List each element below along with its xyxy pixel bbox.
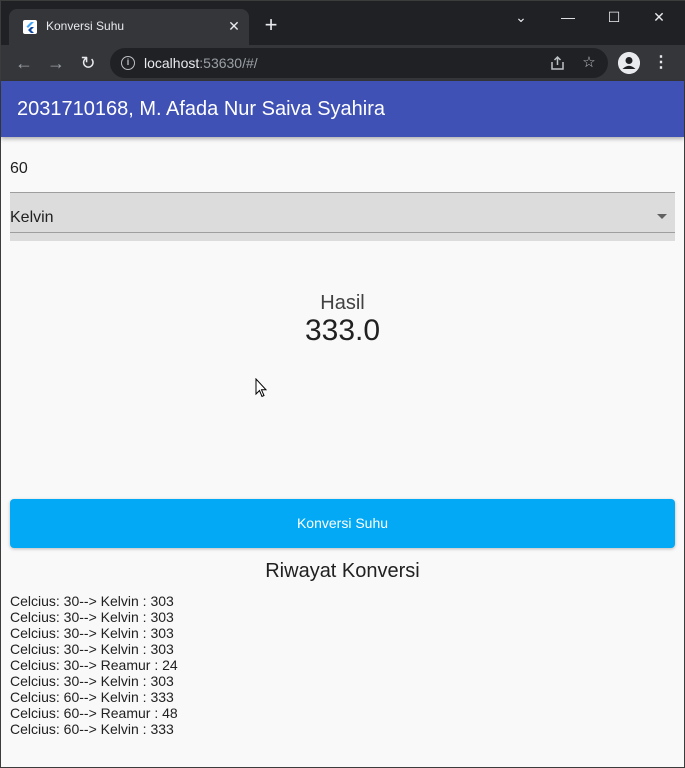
tab-search-icon[interactable]: ⌄	[509, 7, 533, 27]
url-host: localhost	[144, 55, 200, 71]
minimize-button[interactable]: —	[556, 7, 580, 27]
result-label: Hasil	[320, 292, 365, 314]
history-item: Celcius: 60--> Reamur : 48	[10, 705, 178, 721]
app-title: 2031710168, M. Afada Nur Saiva Syahira	[17, 98, 386, 120]
tab-konversi-suhu[interactable]: Konversi Suhu ✕	[9, 9, 249, 45]
new-tab-button[interactable]: +	[262, 14, 280, 36]
back-button[interactable]: ←	[14, 53, 34, 73]
dropdown-selected-value: Kelvin	[10, 209, 54, 226]
history-item: Celcius: 30--> Kelvin : 303	[10, 641, 174, 657]
forward-button[interactable]: →	[46, 53, 66, 73]
reload-button[interactable]: ↻	[78, 53, 98, 73]
history-item: Celcius: 30--> Reamur : 24	[10, 657, 178, 673]
history-list: Celcius: 30--> Kelvin : 303 Celcius: 30-…	[10, 593, 178, 737]
address-bar[interactable]: i localhost:53630/#/ ☆	[110, 48, 608, 78]
unit-dropdown[interactable]: Kelvin	[10, 193, 675, 241]
dropdown-arrow-icon	[657, 214, 667, 219]
tab-close-icon[interactable]: ✕	[226, 18, 242, 34]
app-bar: 2031710168, M. Afada Nur Saiva Syahira	[1, 81, 684, 137]
flutter-favicon-icon	[23, 20, 37, 34]
url-path: :53630/#/	[199, 55, 258, 71]
mouse-cursor-icon	[255, 378, 267, 398]
share-icon[interactable]	[549, 54, 567, 72]
history-item: Celcius: 30--> Kelvin : 303	[10, 625, 174, 641]
history-item: Celcius: 30--> Kelvin : 303	[10, 593, 174, 609]
maximize-button[interactable]: ☐	[602, 7, 626, 27]
browser-window: Konversi Suhu ✕ + ⌄ — ☐ ✕ ← → ↻ i localh…	[0, 0, 685, 768]
url-text[interactable]: localhost:53630/#/	[144, 55, 258, 71]
dropdown-underline	[10, 232, 675, 233]
history-item: Celcius: 60--> Kelvin : 333	[10, 721, 174, 737]
history-item: Celcius: 60--> Kelvin : 333	[10, 689, 174, 705]
history-title: Riwayat Konversi	[265, 560, 420, 582]
tab-bar: Konversi Suhu ✕ + ⌄ — ☐ ✕	[1, 1, 685, 45]
info-icon[interactable]: i	[121, 56, 135, 70]
tab-title: Konversi Suhu	[46, 19, 125, 33]
result-value: 333.0	[304, 314, 381, 347]
close-window-button[interactable]: ✕	[647, 7, 671, 27]
browser-toolbar: ← → ↻ i localhost:53630/#/ ☆ ⋮	[1, 45, 685, 81]
profile-icon[interactable]	[618, 52, 640, 74]
star-icon[interactable]: ☆	[580, 54, 598, 72]
history-item: Celcius: 30--> Kelvin : 303	[10, 609, 174, 625]
history-item: Celcius: 30--> Kelvin : 303	[10, 673, 174, 689]
convert-button[interactable]: Konversi Suhu	[10, 499, 675, 548]
menu-dots-icon[interactable]: ⋮	[653, 53, 669, 73]
temperature-input[interactable]: 60	[10, 160, 28, 178]
